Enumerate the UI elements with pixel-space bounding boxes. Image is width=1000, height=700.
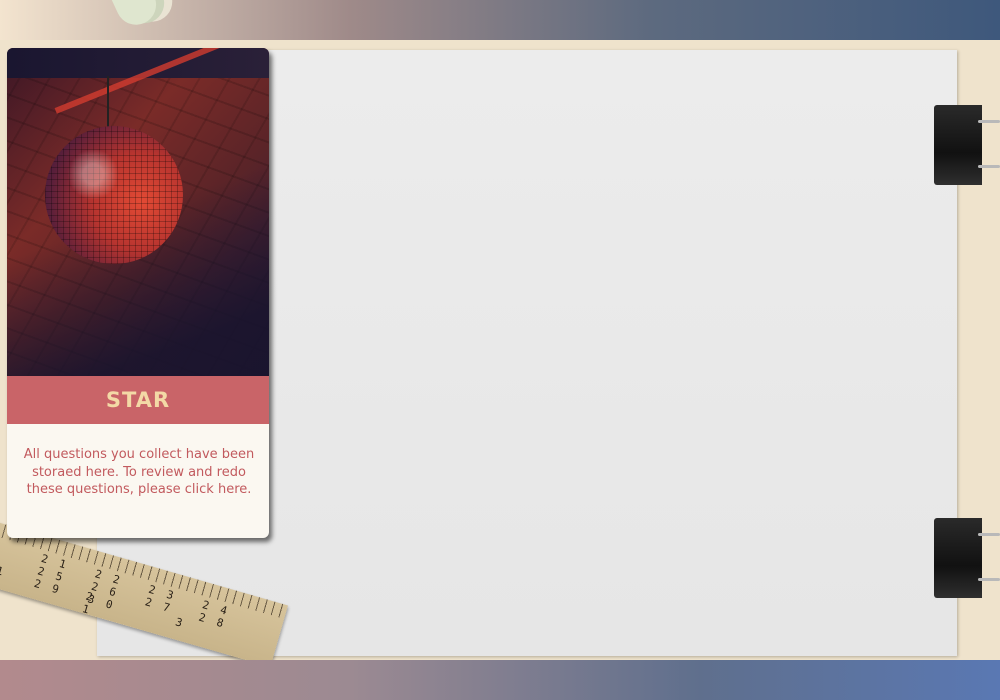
disco-ball-wire — [107, 76, 109, 128]
card-title: STAR — [105, 388, 171, 412]
binder-clip-icon — [934, 508, 1000, 603]
bottom-gradient-band — [0, 660, 1000, 700]
disco-ball-photo — [7, 48, 269, 376]
star-collection-card[interactable]: STAR All questions you collect have been… — [7, 48, 269, 538]
binder-clip-icon — [934, 95, 1000, 190]
card-description[interactable]: All questions you collect have been stor… — [13, 446, 265, 499]
disco-ball-icon — [45, 126, 183, 264]
card-title-band: STAR — [7, 376, 269, 424]
